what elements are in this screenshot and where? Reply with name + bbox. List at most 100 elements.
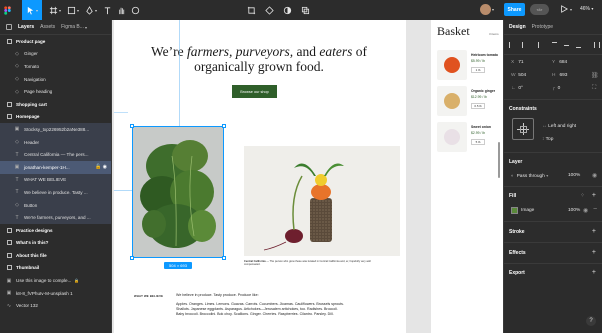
believe-body[interactable]: We believe in produce. Tasty produce. Pr… (176, 293, 344, 317)
pen-tool-button[interactable]: ▾ (82, 0, 100, 20)
help-button[interactable]: ? (586, 316, 596, 326)
add-stroke-icon[interactable]: + (592, 228, 596, 235)
panel-icon[interactable] (6, 24, 12, 30)
vertical-constraint[interactable]: ↕ Top (542, 137, 553, 142)
layer-row[interactable]: Product page (0, 35, 111, 48)
tab-design[interactable]: Design (509, 24, 526, 30)
constrain-proportions-icon[interactable]: ⛓ (591, 72, 599, 79)
hero-heading[interactable]: We’re farmers, purveyors, and eaters of … (114, 44, 404, 74)
text-tool-button[interactable] (100, 0, 114, 20)
layer-row[interactable]: T Central California — The pers... (0, 148, 111, 161)
layer-row[interactable]: Shopping cart (0, 98, 111, 111)
cart-item-qty[interactable]: 5 lb (471, 139, 485, 145)
believe-heading[interactable]: WHAT WE BELIEVE (134, 294, 163, 298)
layer-row[interactable]: Practice designs (0, 224, 111, 237)
h-field[interactable]: H 693 (552, 73, 567, 78)
create-component-button[interactable] (262, 0, 276, 20)
resize-handle-tr[interactable] (222, 124, 226, 128)
w-field[interactable]: W 504 (511, 73, 526, 78)
resize-handle-tl[interactable] (130, 124, 134, 128)
avatar-caret-icon[interactable]: ▾ (492, 7, 494, 12)
layer-row[interactable]: ◇ Button (0, 198, 111, 212)
rotation-field[interactable]: ∟ 0° (511, 86, 523, 91)
fill-eye-icon[interactable]: ◉ (583, 207, 588, 214)
radius-field[interactable]: ╭ 0 (552, 86, 560, 91)
lock-icon[interactable]: 🔒 (74, 278, 79, 283)
cart-item[interactable]: Heirloom tomato $5.99 / lb 1 lb (437, 50, 503, 82)
layer-row[interactable]: T We're farmers, purveyors, and ... (0, 211, 111, 224)
share-button[interactable]: Share (504, 3, 525, 16)
tab-layers[interactable]: Layers (18, 24, 34, 30)
shopping-cart-frame[interactable]: Basket 3 items Heirloom tomato $5.99 / lb… (431, 20, 503, 333)
layer-row[interactable]: ◇ Page heading (0, 85, 111, 98)
tab-library[interactable]: Figma B... (61, 24, 84, 30)
layer-row[interactable]: ◇ Navigation (0, 73, 111, 86)
layer-lock-visibility-icon[interactable]: 🔓 ◉ (95, 164, 111, 170)
move-tool-button[interactable]: ▾ (22, 0, 42, 20)
align-right-icon[interactable] (534, 42, 539, 48)
boolean-button[interactable] (298, 0, 312, 20)
layer-opacity-field[interactable]: 100% (568, 173, 580, 178)
zoom-dropdown[interactable]: 46% ▾ (580, 6, 593, 12)
add-export-icon[interactable]: + (592, 269, 596, 276)
align-top-icon[interactable] (552, 42, 557, 48)
fill-image-swatch[interactable] (511, 207, 518, 214)
layer-row[interactable]: About this file (0, 249, 111, 262)
layer-row[interactable]: ∿ Vector 132 (0, 299, 111, 312)
fill-type[interactable]: Image (521, 208, 534, 213)
layer-row[interactable]: T We believe in produce. Tasty ... (0, 186, 111, 199)
hand-tool-button[interactable] (114, 0, 128, 20)
homepage-frame[interactable]: We’re farmers, purveyors, and eaters of … (114, 20, 406, 333)
horizontal-constraint[interactable]: ↔ Left and right (542, 124, 576, 129)
library-caret-icon[interactable]: ▾ (85, 25, 87, 30)
layer-row[interactable]: ▣ Stocksy_txp226952b2aNe388... (0, 123, 111, 136)
shape-tool-button[interactable]: ▾ (64, 0, 82, 20)
y-field[interactable]: Y 684 (552, 60, 567, 65)
layer-row[interactable]: Thumbnail (0, 262, 111, 275)
align-left-icon[interactable] (509, 42, 514, 48)
layer-row[interactable]: What's in this? (0, 237, 111, 250)
align-hcenter-icon[interactable] (522, 42, 527, 48)
cart-item[interactable]: Sweet onion $2.99 / lb 5 lb (437, 122, 503, 154)
layer-row[interactable]: T WHAT WE BELIEVE (0, 173, 111, 187)
x-field[interactable]: X 71 (511, 60, 524, 65)
cart-item-qty[interactable]: 1 lb (471, 67, 485, 73)
add-effect-icon[interactable]: + (592, 249, 596, 256)
stocksy-image[interactable] (244, 146, 400, 256)
distribute-icon[interactable] (594, 42, 600, 48)
layer-row[interactable]: ◇ Tomato (0, 60, 111, 73)
layer-row[interactable]: ◇ Ginger (0, 48, 111, 61)
cart-item-qty[interactable]: 0.5 lb (471, 103, 485, 109)
resize-handle-br[interactable] (222, 256, 226, 260)
tab-assets[interactable]: Assets (40, 24, 55, 30)
constraints-widget[interactable] (512, 118, 534, 140)
align-vcenter-icon[interactable] (564, 45, 569, 51)
blend-mode-dropdown[interactable]: ◐ Pass through ▾ (511, 173, 548, 179)
design-canvas[interactable]: We’re farmers, purveyors, and eaters of … (112, 20, 503, 333)
add-fill-icon[interactable]: + (592, 192, 596, 199)
fill-opacity[interactable]: 100% (568, 208, 580, 213)
layer-row[interactable]: Homepage (0, 111, 111, 124)
layer-row[interactable]: ▣ Use this image to comple... 🔒 (0, 274, 111, 287)
resize-handle-bl[interactable] (130, 256, 134, 260)
layer-row[interactable]: ◇ Header (0, 135, 111, 149)
avatar[interactable] (480, 4, 491, 15)
align-bottom-icon[interactable] (576, 42, 581, 48)
independent-corners-icon[interactable]: ⛶ (592, 85, 596, 92)
cart-scrollbar[interactable] (498, 142, 500, 178)
main-menu-button[interactable] (0, 0, 14, 20)
remove-fill-icon[interactable]: − (593, 206, 597, 213)
browse-shop-button[interactable]: Browse our shop (232, 85, 277, 98)
cart-item[interactable]: Organic ginger $12.99 / lb 0.5 lb (437, 86, 503, 118)
dev-mode-toggle[interactable]: </> (530, 4, 549, 15)
visibility-eye-icon[interactable]: ◉ (592, 172, 597, 179)
comment-tool-button[interactable] (128, 0, 142, 20)
present-caret-icon[interactable]: ▾ (570, 7, 572, 12)
photo-caption[interactable]: Central California — The person who grew… (244, 260, 384, 266)
present-button[interactable] (560, 5, 569, 15)
mask-button[interactable] (280, 0, 294, 20)
layer-row[interactable]: ▣ k8-8_fVPhuIv-M-unsplash 1 (0, 287, 111, 300)
fill-styles-icon[interactable]: ⁘ (580, 192, 585, 199)
frame-tool-button[interactable]: ▾ (46, 0, 64, 20)
layer-row[interactable]: ▣ jonathan-kemper-1H... 🔓 ◉ (0, 160, 111, 174)
